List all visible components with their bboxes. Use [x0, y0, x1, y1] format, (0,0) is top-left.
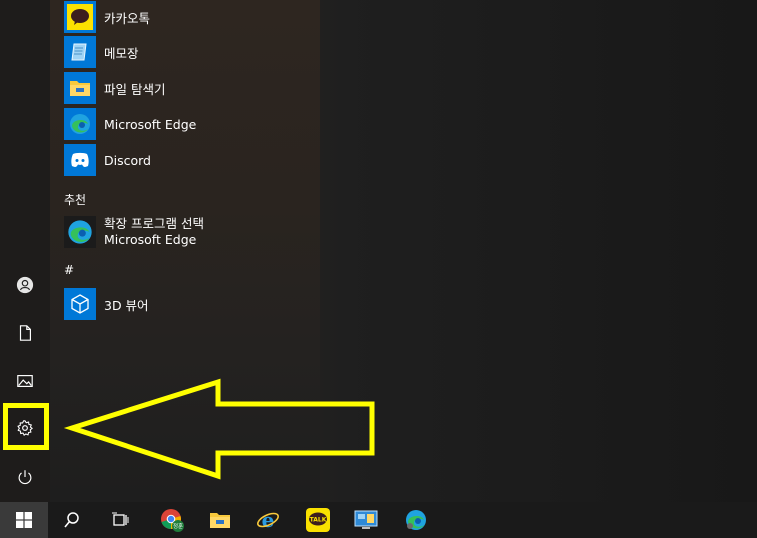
file-explorer-icon	[210, 513, 230, 528]
app-item-microsoft-edge[interactable]: Microsoft Edge	[64, 107, 196, 141]
chrome-profile-badge: 정훈	[173, 522, 183, 530]
app-label: Microsoft Edge	[104, 116, 197, 132]
app-item-kakaotalk[interactable]: 카카오톡	[64, 0, 150, 34]
recommended-title: 확장 프로그램 선택	[104, 216, 204, 231]
app-item-edge-extensions[interactable]: 확장 프로그램 선택 Microsoft Edge	[64, 215, 204, 249]
power-icon	[18, 470, 32, 485]
edge-icon	[406, 510, 426, 530]
discord-icon	[64, 144, 96, 176]
3d-viewer-icon	[64, 288, 96, 320]
task-view-button[interactable]	[96, 502, 144, 538]
app-item-3d-viewer[interactable]: 3D 뷰어	[64, 287, 149, 321]
taskbar-control-panel[interactable]	[342, 502, 390, 538]
taskbar: 정훈 e TALK	[0, 502, 757, 538]
pointer-arrow	[63, 378, 375, 480]
kakaotalk-icon: TALK	[306, 508, 330, 532]
kakao-talk-badge: TALK	[310, 517, 327, 524]
edge-icon	[64, 108, 96, 140]
pictures-icon	[17, 375, 33, 387]
internet-explorer-icon: e	[257, 508, 279, 532]
section-heading-recommended: 추천	[64, 193, 87, 207]
taskbar-file-explorer[interactable]	[196, 502, 244, 538]
app-label: 3D 뷰어	[104, 297, 149, 313]
pictures-button[interactable]	[5, 361, 45, 401]
recommended-subtitle: Microsoft Edge	[104, 232, 197, 247]
search-button[interactable]	[48, 502, 96, 538]
task-view-icon	[112, 512, 129, 526]
taskbar-chrome[interactable]: 정훈	[148, 502, 196, 538]
app-label: 파일 탐색기	[104, 81, 166, 97]
taskbar-internet-explorer[interactable]: e	[244, 502, 292, 538]
notepad-icon	[64, 36, 96, 68]
app-label: 메모장	[104, 45, 139, 61]
power-button[interactable]	[5, 457, 45, 497]
documents-button[interactable]	[5, 313, 45, 353]
app-label: 카카오톡	[104, 10, 151, 26]
chrome-icon: 정훈	[161, 509, 184, 532]
taskbar-kakaotalk[interactable]: TALK	[294, 502, 342, 538]
svg-text:e: e	[262, 508, 275, 532]
start-button[interactable]	[0, 502, 48, 538]
search-icon	[64, 512, 79, 528]
section-heading-hash: #	[64, 263, 75, 277]
control-panel-icon	[354, 510, 378, 529]
app-item-file-explorer[interactable]: 파일 탐색기	[64, 71, 165, 105]
document-icon	[19, 325, 31, 341]
app-item-discord[interactable]: Discord	[64, 143, 151, 177]
app-item-notepad[interactable]: 메모장	[64, 35, 139, 69]
app-label: Discord	[104, 152, 151, 168]
user-icon	[16, 276, 34, 294]
taskbar-microsoft-edge[interactable]	[392, 502, 440, 538]
file-explorer-icon	[64, 72, 96, 104]
start-menu: 카카오톡 메모장 파일 탐색기 Microsoft Edge Discord 추…	[0, 0, 757, 502]
edge-icon	[64, 216, 96, 248]
kakaotalk-icon	[64, 1, 96, 33]
user-account-button[interactable]	[5, 265, 45, 305]
windows-start-icon	[16, 512, 32, 528]
settings-highlight-box	[3, 403, 49, 450]
